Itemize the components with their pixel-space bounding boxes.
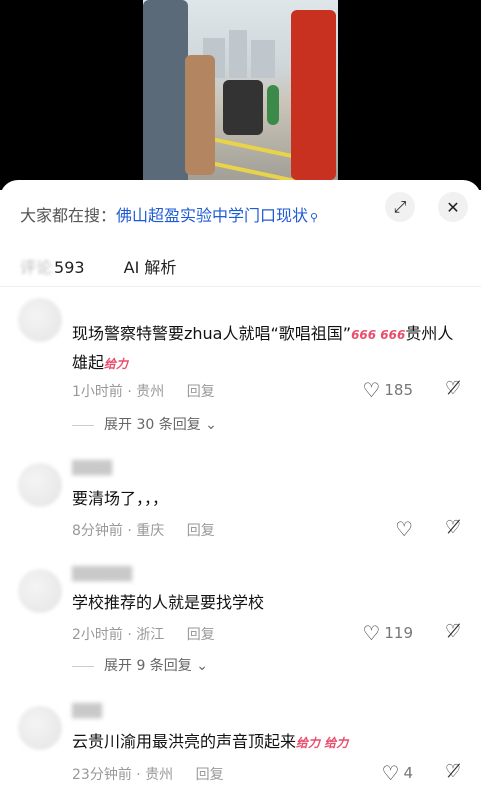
expand-replies[interactable]: 展开 30 条回复 ⌄ [72,414,217,434]
reply-button[interactable]: 回复 [187,523,215,539]
comment-meta: 2小时前 · 浙江 回复 [72,627,215,643]
comment-text: 学校推荐的人就是要找学校 [72,593,265,612]
reply-button[interactable]: 回复 [187,384,215,400]
tab-comments[interactable]: 评论 593 [20,254,85,278]
search-query-link[interactable]: 佛山超盈实验中学门口现状 [116,206,308,225]
reply-button[interactable]: 回复 [187,627,215,643]
comment-text: 要清场了，，， [72,489,169,508]
avatar[interactable] [18,569,62,613]
comment-meta: 23分钟前 · 贵州 回复 [72,767,224,783]
close-icon[interactable]: ✕ [438,192,468,222]
search-icon: ⚲ [310,211,319,224]
heart-icon: ♡ [395,517,413,541]
expand-replies[interactable]: 展开 9 条回复 ⌄ [72,655,208,675]
emoji-geili: 给力 [104,357,129,371]
comment-text: 现场警察特警要zhua人就唱“歌唱祖国”666 666贵州人雄起给力 [72,324,454,372]
comment-meta: 8分钟前 · 重庆 回复 [72,523,215,539]
reply-button[interactable]: 回复 [196,767,224,783]
dislike-icon[interactable]: ♡̸ [445,517,461,538]
heart-icon: ♡ [362,621,381,645]
video-frame [143,0,338,190]
dislike-icon[interactable]: ♡̸ [445,378,461,399]
comments-count: 593 [54,258,85,277]
search-suggestion[interactable]: 大家都在搜：佛山超盈实验中学门口现状 ⚲ [20,202,318,226]
like-button[interactable]: ♡ 119 [362,621,413,645]
like-count: 119 [384,624,413,642]
search-prefix: 大家都在搜： [20,206,117,225]
expand-icon[interactable]: ⤢ [385,192,415,222]
divider [0,286,481,287]
avatar[interactable] [18,463,62,507]
emoji-geili: 给力 给力 [296,736,349,750]
comment-sheet: 大家都在搜：佛山超盈实验中学门口现状 ⚲ ⤢ ✕ 评论 593 AI 解析 现场警察… [0,180,481,800]
username[interactable]: ███ [72,704,102,719]
heart-icon: ♡ [381,761,400,785]
like-button[interactable]: ♡ [395,517,413,541]
comment-meta: 1小时前 · 贵州 回复 [72,384,215,400]
like-count: 185 [384,381,413,399]
dislike-icon[interactable]: ♡̸ [445,761,461,782]
video-player[interactable] [0,0,481,190]
avatar[interactable] [18,706,62,750]
tab-ai-analysis[interactable]: AI 解析 [124,254,177,278]
comment-tabs: 评论 593 AI 解析 [20,254,210,278]
dislike-icon[interactable]: ♡̸ [445,621,461,642]
heart-icon: ♡ [362,378,381,402]
emoji-666: 666 666 [351,328,406,342]
username[interactable]: ████ [72,461,112,476]
username[interactable]: ██████ [72,567,132,582]
like-count: 4 [403,764,413,782]
like-button[interactable]: ♡ 4 [382,761,413,785]
avatar[interactable] [18,298,62,342]
comment-text: 云贵川渝用最洪亮的声音顶起来给力 给力 [72,732,349,751]
like-button[interactable]: ♡ 185 [362,378,413,402]
